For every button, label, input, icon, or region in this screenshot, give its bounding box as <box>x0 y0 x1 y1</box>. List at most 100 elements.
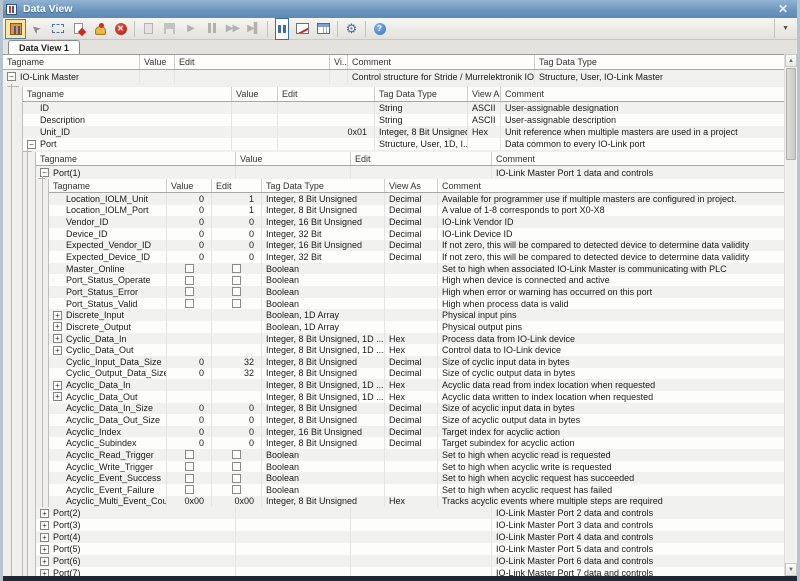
expand-icon[interactable]: + <box>40 521 49 530</box>
scroll-down-icon[interactable]: ▼ <box>785 563 797 576</box>
collapse-icon[interactable]: − <box>7 72 16 81</box>
table-row[interactable]: Unit_ID 0x01 Integer, 8 Bit Unsigned Hex… <box>23 126 784 138</box>
checkbox[interactable] <box>232 276 241 285</box>
table-row[interactable]: Acyclic_Event_Failure Boolean Set to hig… <box>49 484 784 496</box>
checkbox[interactable] <box>232 287 241 296</box>
export-document-button[interactable] <box>68 19 89 39</box>
toolbar-overflow-icon[interactable]: ▼ <box>774 19 793 38</box>
table-row[interactable]: Acyclic_Data_Out_Size 0 0 Integer, 8 Bit… <box>49 414 784 426</box>
scroll-up-icon[interactable]: ▲ <box>785 54 797 67</box>
vertical-scrollbar[interactable]: ▲ ▼ <box>784 54 797 576</box>
pointer-button[interactable]: ➤ <box>26 19 47 39</box>
edit-cell[interactable] <box>212 263 262 275</box>
table-view-button[interactable] <box>313 19 334 39</box>
edit-cell[interactable] <box>351 531 492 543</box>
scrollbar-thumb[interactable] <box>786 68 796 160</box>
expand-icon[interactable]: + <box>53 392 62 401</box>
edit-cell[interactable] <box>212 309 262 321</box>
chart-view-button[interactable] <box>292 19 313 39</box>
edit-cell[interactable] <box>278 102 375 114</box>
edit-cell[interactable]: 0 <box>212 426 262 438</box>
table-row[interactable]: Vendor_ID 0 0 Integer, 16 Bit Unsigned D… <box>49 216 784 228</box>
table-row[interactable]: +Port(7) IO-Link Master Port 7 data and … <box>36 567 784 576</box>
checkbox[interactable] <box>185 474 194 483</box>
expand-icon[interactable]: + <box>40 545 49 554</box>
edit-cell[interactable] <box>351 507 492 519</box>
checkbox[interactable] <box>185 264 194 273</box>
table-row[interactable]: Cyclic_Input_Data_Size 0 32 Integer, 8 B… <box>49 356 784 368</box>
checkbox[interactable] <box>185 462 194 471</box>
table-row[interactable]: +Discrete_Input Boolean, 1D Array Physic… <box>49 309 784 321</box>
expand-icon[interactable]: + <box>53 381 62 390</box>
edit-cell[interactable] <box>175 70 330 83</box>
edit-cell[interactable] <box>351 543 492 555</box>
edit-cell[interactable] <box>212 484 262 496</box>
table-row[interactable]: +Acyclic_Data_In Integer, 8 Bit Unsigned… <box>49 379 784 391</box>
table-row[interactable]: +Port(6) IO-Link Master Port 6 data and … <box>36 555 784 567</box>
edit-cell[interactable] <box>351 519 492 531</box>
table-row[interactable]: Acyclic_Subindex 0 0 Integer, 8 Bit Unsi… <box>49 437 784 449</box>
edit-cell[interactable] <box>351 555 492 567</box>
edit-cell[interactable]: 32 <box>212 356 262 368</box>
data-grid-view-button[interactable] <box>271 19 292 39</box>
edit-cell[interactable] <box>278 138 375 150</box>
edit-cell[interactable]: 0 <box>212 437 262 449</box>
table-row-port1[interactable]: −Port(1) IO-Link Master Port 1 data and … <box>36 166 784 179</box>
alarm-button[interactable] <box>89 19 110 39</box>
table-row[interactable]: ID String ASCII User-assignable designat… <box>23 102 784 114</box>
data-view-button[interactable] <box>5 19 26 39</box>
expand-icon[interactable]: + <box>53 346 62 355</box>
table-row[interactable]: Acyclic_Read_Trigger Boolean Set to high… <box>49 449 784 461</box>
checkbox[interactable] <box>185 287 194 296</box>
table-row[interactable]: Port_Status_Operate Boolean High when de… <box>49 274 784 286</box>
table-row[interactable]: Description String ASCII User-assignable… <box>23 114 784 126</box>
checkbox[interactable] <box>185 299 194 308</box>
save-button[interactable] <box>159 19 180 39</box>
edit-cell[interactable]: 0 <box>212 216 262 228</box>
edit-cell[interactable] <box>212 461 262 473</box>
edit-cell[interactable] <box>212 333 262 345</box>
edit-cell[interactable]: 32 <box>212 368 262 380</box>
collapse-icon[interactable]: − <box>27 140 36 149</box>
edit-cell[interactable] <box>351 567 492 576</box>
edit-cell[interactable]: 0 <box>212 240 262 252</box>
expand-icon[interactable]: + <box>40 569 49 576</box>
help-button[interactable]: ? <box>369 19 390 39</box>
table-row[interactable]: Expected_Vendor_ID 0 0 Integer, 16 Bit U… <box>49 240 784 252</box>
table-row[interactable]: Acyclic_Write_Trigger Boolean Set to hig… <box>49 461 784 473</box>
table-row[interactable]: +Discrete_Output Boolean, 1D Array Physi… <box>49 321 784 333</box>
expand-icon[interactable]: + <box>53 311 62 320</box>
table-row[interactable]: Acyclic_Multi_Event_Count 0x00 0x00 Inte… <box>49 496 784 508</box>
skip-to-end-button[interactable]: ▶▌ <box>243 19 264 39</box>
edit-cell[interactable] <box>212 286 262 298</box>
play-button[interactable]: ▶ <box>180 19 201 39</box>
table-row[interactable]: +Port(3) IO-Link Master Port 3 data and … <box>36 519 784 531</box>
expand-icon[interactable]: + <box>40 509 49 518</box>
edit-cell[interactable]: 0 <box>212 414 262 426</box>
selection-box-button[interactable] <box>47 19 68 39</box>
edit-cell[interactable]: 0 <box>212 228 262 240</box>
edit-cell[interactable] <box>212 344 262 356</box>
table-row[interactable]: +Port(4) IO-Link Master Port 4 data and … <box>36 531 784 543</box>
table-row[interactable]: +Cyclic_Data_Out Integer, 8 Bit Unsigned… <box>49 344 784 356</box>
edit-cell[interactable] <box>212 298 262 310</box>
expand-icon[interactable]: + <box>40 533 49 542</box>
settings-button[interactable]: ⚙ <box>341 19 362 39</box>
checkbox[interactable] <box>185 485 194 494</box>
edit-cell[interactable] <box>351 166 492 179</box>
edit-cell[interactable]: 1 <box>212 193 262 205</box>
table-row[interactable]: Port_Status_Error Boolean High when erro… <box>49 286 784 298</box>
edit-cell[interactable] <box>212 391 262 403</box>
edit-cell[interactable] <box>212 379 262 391</box>
table-row[interactable]: +Cyclic_Data_In Integer, 8 Bit Unsigned,… <box>49 333 784 345</box>
edit-cell[interactable]: 0 <box>212 403 262 415</box>
table-row-port[interactable]: −Port Structure, User, 1D, I... Data com… <box>23 138 784 150</box>
table-row[interactable]: Acyclic_Event_Success Boolean Set to hig… <box>49 472 784 484</box>
expand-icon[interactable]: + <box>40 557 49 566</box>
stop-button[interactable]: ✕ <box>110 19 131 39</box>
table-row[interactable]: +Acyclic_Data_Out Integer, 8 Bit Unsigne… <box>49 391 784 403</box>
fast-forward-button[interactable]: ▶▶ <box>222 19 243 39</box>
table-row[interactable]: Location_IOLM_Unit 0 1 Integer, 8 Bit Un… <box>49 193 784 205</box>
checkbox[interactable] <box>232 450 241 459</box>
edit-cell[interactable]: 0x00 <box>212 496 262 508</box>
